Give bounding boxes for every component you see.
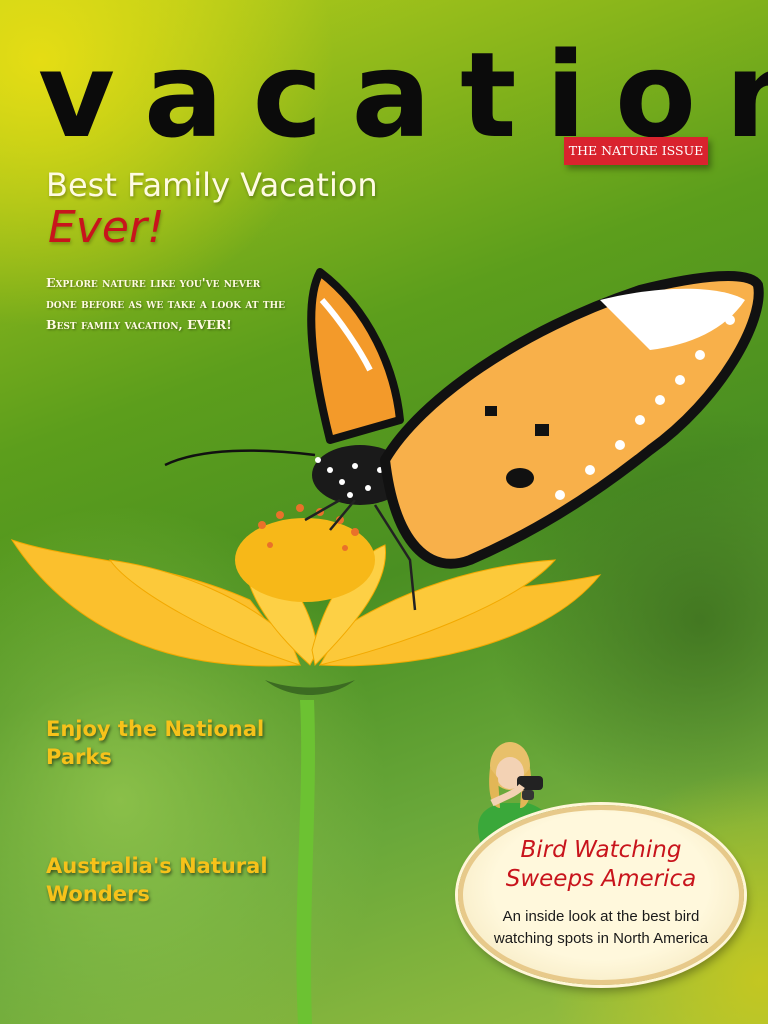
issue-tag: The Nature Issue bbox=[564, 137, 708, 165]
feature-badge-title: Bird Watching Sweeps America bbox=[505, 837, 697, 892]
feature-badge: Bird Watching Sweeps America An inside l… bbox=[458, 805, 744, 985]
magazine-cover: vacation The Nature Issue Best Family Va… bbox=[0, 0, 768, 1024]
cover-headline: Best Family Vacation bbox=[46, 166, 378, 204]
feature-badge-text: An inside look at the best bird watching… bbox=[493, 908, 709, 947]
side-story-national-parks: Enjoy the National Parks bbox=[46, 717, 265, 769]
cover-blurb: Explore nature like you've never done be… bbox=[46, 275, 285, 332]
flower-base bbox=[265, 680, 355, 695]
side-story-australia: Australia's Natural Wonders bbox=[46, 854, 268, 906]
flower-stem bbox=[296, 700, 315, 1024]
cover-headline-emphasis: Ever! bbox=[48, 202, 165, 253]
butterfly-back-wing bbox=[307, 268, 404, 444]
butterfly-antenna bbox=[164, 449, 316, 467]
